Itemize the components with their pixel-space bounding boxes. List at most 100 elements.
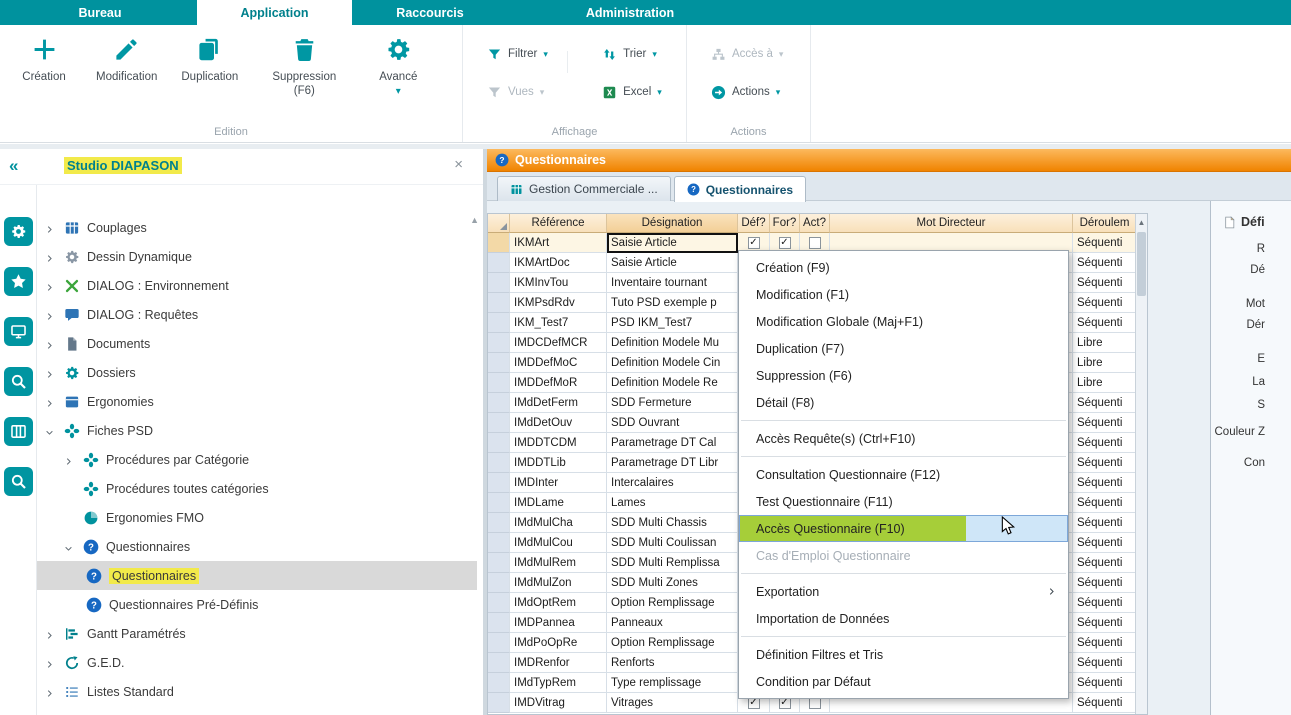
row-selector[interactable] [488, 233, 510, 253]
ribbon-filtrer-button[interactable]: Filtrer▾ [487, 45, 572, 63]
cell-reference[interactable]: IKMArt [510, 233, 607, 253]
sidebar-close-button[interactable]: × [454, 156, 463, 173]
tree-item-documents[interactable]: Documents [37, 329, 477, 358]
row-selector[interactable] [488, 673, 510, 693]
cell-designation[interactable]: SDD Multi Remplissa [607, 553, 738, 573]
context-menu-item-condition-par-d-faut[interactable]: Condition par Défaut [739, 668, 1068, 695]
tree-item-g-e-d[interactable]: G.E.D. [37, 648, 477, 677]
context-menu-item-test-questionnaire-f11[interactable]: Test Questionnaire (F11) [739, 488, 1068, 515]
cell-deroulement[interactable]: Séquenti [1073, 233, 1137, 253]
cell-deroulement[interactable]: Séquenti [1073, 673, 1137, 693]
context-menu-item-d-tail-f8[interactable]: Détail (F8) [739, 389, 1068, 416]
cell-reference[interactable]: IKMPsdRdv [510, 293, 607, 313]
cell-reference[interactable]: IMDLame [510, 493, 607, 513]
cell-reference[interactable]: IMdTypRem [510, 673, 607, 693]
cell-reference[interactable]: IMdMulCha [510, 513, 607, 533]
table-scrollbar[interactable]: ▲ [1135, 214, 1147, 714]
context-menu-item-exportation[interactable]: Exportation [739, 578, 1068, 605]
tree-scrollbar-up-icon[interactable]: ▲ [470, 215, 479, 225]
context-menu-item-suppression-f6[interactable]: Suppression (F6) [739, 362, 1068, 389]
scroll-up-icon[interactable]: ▲ [1136, 214, 1147, 227]
doc-tab-questionnaires[interactable]: ?Questionnaires [674, 176, 806, 202]
tree-item-gantt-param-tr-s[interactable]: Gantt Paramétrés [37, 619, 477, 648]
rail-columns-button[interactable] [4, 417, 33, 446]
ribbon-vues-button[interactable]: Vues▾ [487, 83, 572, 101]
cell-deroulement[interactable]: Séquenti [1073, 653, 1137, 673]
row-selector[interactable] [488, 353, 510, 373]
cell-reference[interactable]: IMDDTLib [510, 453, 607, 473]
rail-gear-button[interactable] [4, 217, 33, 246]
rail-star-button[interactable] [4, 267, 33, 296]
context-menu-item-duplication-f7[interactable]: Duplication (F7) [739, 335, 1068, 362]
column-header-der[interactable]: Déroulem [1073, 214, 1137, 233]
tree-item-questionnaires[interactable]: ?Questionnaires [37, 561, 477, 590]
ribbon-modification-button[interactable]: Modification [96, 36, 157, 99]
row-selector[interactable] [488, 493, 510, 513]
ribbon-duplication-button[interactable]: Duplication [181, 36, 238, 99]
context-menu-item-acc-s-requ-te-s-ctrl-f10[interactable]: Accès Requête(s) (Ctrl+F10) [739, 425, 1068, 452]
column-header-def[interactable]: Déf? [738, 214, 770, 233]
context-menu-item-consultation-questionnaire-f12[interactable]: Consultation Questionnaire (F12) [739, 461, 1068, 488]
sidebar-collapse-button[interactable]: « [9, 156, 18, 176]
doc-tab-gestion-commerciale[interactable]: Gestion Commerciale ... [497, 176, 671, 201]
ribbon-suppression-f6-button[interactable]: Suppression (F6) [262, 36, 346, 99]
cell-designation[interactable]: Intercalaires [607, 473, 738, 493]
cell-deroulement[interactable]: Séquenti [1073, 473, 1137, 493]
cell-deroulement[interactable]: Séquenti [1073, 633, 1137, 653]
cell-designation[interactable]: Renforts [607, 653, 738, 673]
cell-designation[interactable]: Panneaux [607, 613, 738, 633]
column-header-mot[interactable]: Mot Directeur [830, 214, 1073, 233]
cell-designation[interactable]: SDD Ouvrant [607, 413, 738, 433]
column-header-for[interactable]: For? [770, 214, 800, 233]
tree-item-fiches-psd[interactable]: Fiches PSD [37, 416, 477, 445]
cell-designation[interactable]: Saisie Article [607, 233, 738, 253]
cell-deroulement[interactable]: Libre [1073, 353, 1137, 373]
cell-deroulement[interactable]: Séquenti [1073, 293, 1137, 313]
cell-reference[interactable]: IKMInvTou [510, 273, 607, 293]
tree-item-proc-dures-toutes-cat-gories[interactable]: Procédures toutes catégories [37, 474, 477, 503]
row-selector[interactable] [488, 693, 510, 713]
row-selector[interactable] [488, 453, 510, 473]
tree-item-questionnaires[interactable]: ?Questionnaires [37, 532, 477, 561]
cell-deroulement[interactable]: Séquenti [1073, 253, 1137, 273]
menu-tab-raccourcis[interactable]: Raccourcis [380, 0, 480, 25]
row-selector[interactable] [488, 553, 510, 573]
tree-item-dossiers[interactable]: Dossiers [37, 358, 477, 387]
cell-deroulement[interactable]: Séquenti [1073, 413, 1137, 433]
cell-reference[interactable]: IMDPannea [510, 613, 607, 633]
menu-tab-bureau[interactable]: Bureau [55, 0, 145, 25]
row-selector[interactable] [488, 533, 510, 553]
cell-reference[interactable]: IMdMulRem [510, 553, 607, 573]
cell-deroulement[interactable]: Séquenti [1073, 453, 1137, 473]
ribbon-avanc-button[interactable]: Avancé▾ [370, 36, 426, 99]
tree-item-dialog-requ-tes[interactable]: DIALOG : Requêtes [37, 300, 477, 329]
cell-deroulement[interactable]: Séquenti [1073, 273, 1137, 293]
row-selector[interactable] [488, 373, 510, 393]
cell-reference[interactable]: IMDDTCDM [510, 433, 607, 453]
row-selector[interactable] [488, 433, 510, 453]
cell-reference[interactable]: IMDDefMoR [510, 373, 607, 393]
ribbon-excel-button[interactable]: Excel▾ [602, 83, 686, 101]
rail-search-button[interactable] [4, 467, 33, 496]
cell-designation[interactable]: Inventaire tournant [607, 273, 738, 293]
column-header-ref[interactable]: Référence [510, 214, 607, 233]
cell-deroulement[interactable]: Séquenti [1073, 433, 1137, 453]
row-selector[interactable] [488, 653, 510, 673]
row-selector[interactable] [488, 393, 510, 413]
cell-designation[interactable]: SDD Multi Coulissan [607, 533, 738, 553]
cell-designation[interactable]: Definition Modele Cin [607, 353, 738, 373]
row-selector[interactable] [488, 633, 510, 653]
cell-deroulement[interactable]: Séquenti [1073, 393, 1137, 413]
cell-reference[interactable]: IMdOptRem [510, 593, 607, 613]
menu-tab-application[interactable]: Application [197, 0, 352, 25]
row-selector[interactable] [488, 253, 510, 273]
cell-reference[interactable]: IKM_Test7 [510, 313, 607, 333]
row-selector[interactable] [488, 333, 510, 353]
tree-item-dessin-dynamique[interactable]: Dessin Dynamique [37, 242, 477, 271]
cell-reference[interactable]: IMDVitrag [510, 693, 607, 713]
cell-designation[interactable]: Option Remplissage [607, 633, 738, 653]
cell-reference[interactable]: IMdPoOpRe [510, 633, 607, 653]
cell-reference[interactable]: IMdDetOuv [510, 413, 607, 433]
cell-designation[interactable]: SDD Multi Chassis [607, 513, 738, 533]
tree-item-proc-dures-par-cat-gorie[interactable]: Procédures par Catégorie [37, 445, 477, 474]
